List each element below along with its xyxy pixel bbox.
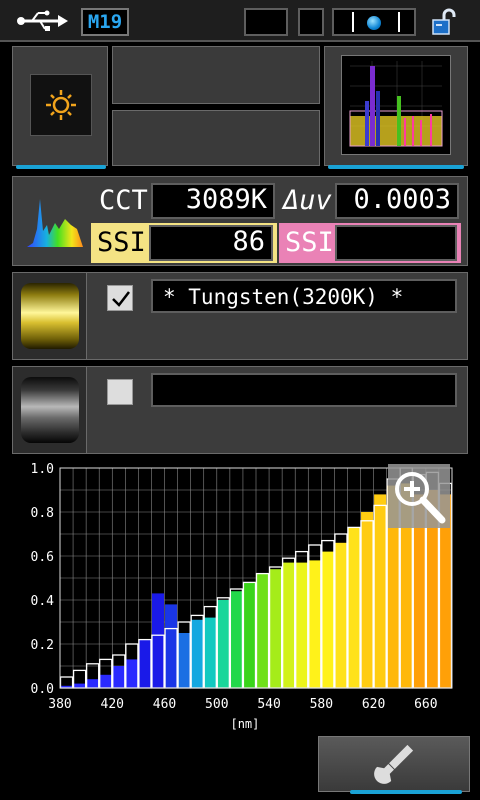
slider-tick-left bbox=[352, 12, 354, 32]
y-tick-label: 0.4 bbox=[31, 594, 55, 609]
thumb-indicator-line bbox=[328, 165, 464, 169]
reference-2-checkbox[interactable] bbox=[107, 379, 133, 405]
reference-row-2 bbox=[12, 366, 468, 454]
spectrum-bar bbox=[112, 666, 125, 688]
reference-slot-1-cylinder bbox=[21, 283, 79, 349]
status-slider[interactable] bbox=[332, 8, 416, 36]
reference-row-1: * Tungsten(3200K) * bbox=[12, 272, 468, 360]
spectrum-bar bbox=[125, 659, 138, 688]
toggle-knob[interactable] bbox=[367, 16, 381, 30]
y-tick-label: 1.0 bbox=[31, 462, 54, 477]
duv-value: 0.0003 bbox=[335, 183, 459, 219]
spectrum-bar bbox=[282, 562, 295, 688]
x-tick-label: 420 bbox=[101, 697, 124, 712]
reference-slot-2-cylinder bbox=[21, 377, 79, 443]
x-tick-label: 580 bbox=[310, 697, 333, 712]
memory-indicator[interactable]: M19 bbox=[81, 8, 129, 36]
spectrum-bar bbox=[165, 604, 178, 688]
top-middle-lower[interactable] bbox=[112, 110, 320, 166]
spectrum-bar bbox=[178, 633, 191, 688]
spectrum-thumb-panel[interactable] bbox=[324, 46, 468, 166]
wrench-icon bbox=[374, 744, 414, 784]
sun-icon-box[interactable] bbox=[30, 74, 92, 136]
spectrum-bar bbox=[295, 562, 308, 688]
cct-value: 3089K bbox=[151, 183, 275, 219]
readings-panel: CCT 3089K Δuv 0.0003 SSI 86 SSI bbox=[12, 176, 468, 266]
spectrum-mini-icon[interactable] bbox=[23, 191, 85, 249]
spectrum-thumbnail bbox=[341, 55, 451, 155]
duv-label: Δuv bbox=[283, 185, 332, 216]
spectrum-bar bbox=[308, 560, 321, 688]
status-slot-2 bbox=[298, 8, 324, 36]
x-tick-label: 460 bbox=[153, 697, 176, 712]
spectrum-bar bbox=[151, 593, 165, 688]
spectrum-bar bbox=[99, 674, 112, 688]
spectrum-bar bbox=[269, 569, 282, 688]
x-tick-label: 620 bbox=[362, 697, 385, 712]
reference-1-checkbox[interactable] bbox=[107, 285, 133, 311]
settings-indicator-line bbox=[350, 790, 462, 794]
spectrum-bar bbox=[217, 600, 230, 688]
reference-slot-2-button[interactable] bbox=[13, 367, 87, 453]
sun-icon bbox=[46, 90, 76, 120]
x-tick-label: 380 bbox=[48, 697, 71, 712]
x-tick-label: 500 bbox=[205, 697, 228, 712]
spectrum-bar bbox=[256, 573, 269, 688]
spectrum-chart[interactable]: 0.0 0.2 0.4 0.6 0.8 1.0 380 420 460 500 540 580 620 6… bbox=[0, 458, 480, 734]
spectrum-bar bbox=[243, 582, 256, 688]
x-axis-label: [nm] bbox=[230, 717, 259, 731]
ssi2-value bbox=[335, 225, 457, 261]
y-tick-label: 0.8 bbox=[31, 506, 54, 521]
memory-label: M19 bbox=[87, 11, 123, 33]
status-slot-1 bbox=[244, 8, 288, 36]
cct-label: CCT bbox=[99, 185, 148, 216]
spectrum-bar bbox=[334, 542, 347, 688]
mode-panel bbox=[12, 46, 108, 166]
spectrum-bar bbox=[374, 494, 387, 688]
y-tick-label: 0.6 bbox=[31, 550, 54, 565]
spectrum-bar bbox=[347, 527, 361, 688]
lock-open-icon[interactable] bbox=[430, 8, 460, 36]
top-middle-upper[interactable] bbox=[112, 46, 320, 104]
reference-1-name-text: * Tungsten(3200K) * bbox=[163, 285, 404, 309]
settings-button[interactable] bbox=[318, 736, 470, 792]
spectrum-bar bbox=[321, 551, 334, 688]
reference-slot-1-button[interactable] bbox=[13, 273, 87, 359]
spectrum-bar bbox=[230, 591, 243, 688]
spectrum-bar bbox=[191, 619, 204, 688]
spectrum-bar bbox=[138, 639, 151, 688]
ssi1-box[interactable]: SSI 86 bbox=[91, 223, 277, 263]
status-bar: M19 bbox=[0, 0, 480, 42]
spectrum-bar bbox=[86, 679, 99, 688]
reference-2-name[interactable] bbox=[151, 373, 457, 407]
spectrum-bar bbox=[204, 617, 217, 688]
y-tick-label: 0.2 bbox=[31, 638, 54, 653]
spectrum-bar bbox=[73, 683, 86, 688]
zoom-in-icon bbox=[395, 472, 446, 524]
y-tick-label: 0.0 bbox=[31, 682, 54, 697]
usb-icon bbox=[14, 8, 70, 34]
slider-tick-right bbox=[398, 12, 400, 32]
x-tick-label: 660 bbox=[414, 697, 437, 712]
spectrum-bar bbox=[361, 512, 374, 688]
ssi2-box[interactable]: SSI bbox=[279, 223, 461, 263]
x-tick-label: 540 bbox=[257, 697, 280, 712]
zoom-in-button[interactable] bbox=[388, 464, 450, 528]
reference-1-name[interactable]: * Tungsten(3200K) * bbox=[151, 279, 457, 313]
ssi2-label: SSI bbox=[285, 227, 334, 258]
ssi1-value: 86 bbox=[149, 225, 273, 261]
ssi1-label: SSI bbox=[97, 227, 146, 258]
mode-indicator-line bbox=[16, 165, 106, 169]
